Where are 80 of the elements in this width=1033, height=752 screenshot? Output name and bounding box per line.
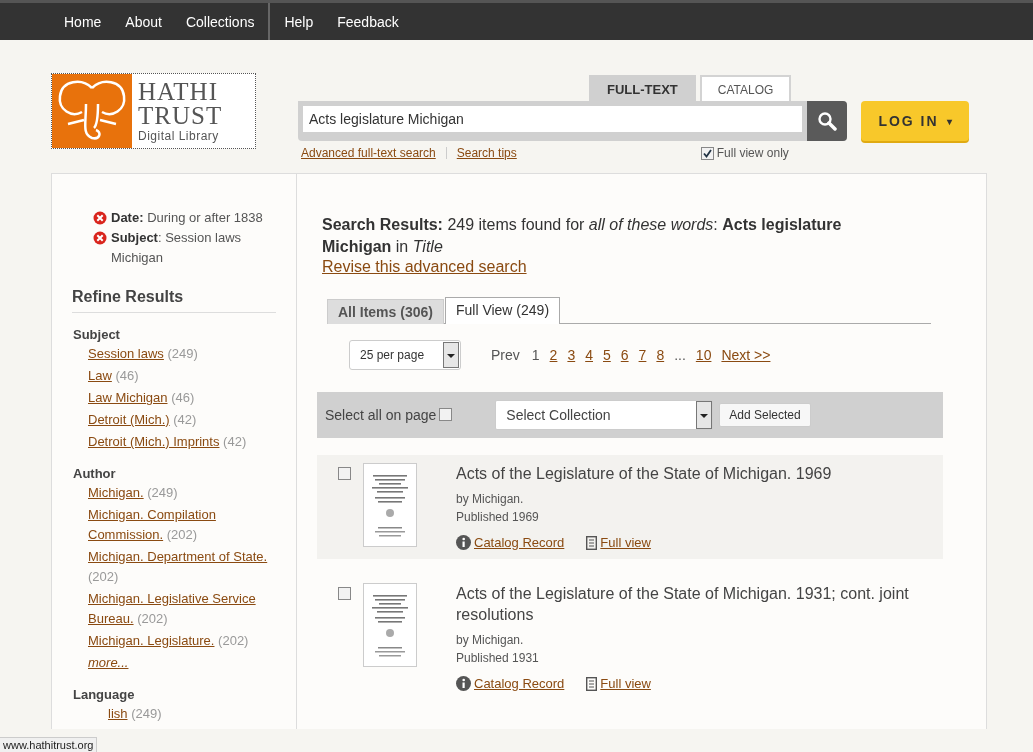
search-link[interactable]: Advanced full-text search [301, 146, 436, 160]
view-tab[interactable]: All Items (306) [327, 299, 444, 324]
results-summary: Search Results: 249 items found for all of these words: Acts legislature Michigan in Title [321, 215, 843, 257]
page-link[interactable]: 7 [638, 347, 647, 363]
facet-heading: Author [72, 466, 117, 481]
search-field[interactable]: Acts legislature Michigan [303, 106, 802, 132]
logo-text: TRUST [138, 104, 223, 128]
nav-link[interactable]: Collections [173, 13, 267, 30]
caret-icon: ▾ [946, 115, 952, 127]
logo-subtitle: Digital Library [138, 129, 220, 143]
page-link[interactable]: 8 [656, 347, 665, 363]
full-view-checkbox[interactable] [700, 146, 714, 160]
facet-link[interactable]: Michigan. Department of State. (202) [72, 547, 276, 587]
check-icon [702, 148, 712, 158]
facet-heading: Subject [72, 327, 121, 342]
remove-icon[interactable] [93, 231, 107, 245]
info-icon [456, 535, 471, 550]
status-bar: www.hathitrust.org [0, 737, 98, 752]
facet-link[interactable]: Michigan. (249) [72, 483, 178, 503]
facet-link[interactable]: Session laws (249) [72, 344, 198, 364]
facet-link[interactable]: Michigan. Legislature. (202) [72, 631, 249, 651]
facet-link[interactable]: Detroit (Mich.) Imprints (42) [72, 432, 247, 452]
facet-link[interactable]: Detroit (Mich.) (42) [72, 410, 197, 430]
item-date: Published 1969 [456, 509, 540, 526]
item-title: Acts of the Legislature of the State of Michigan. 1969 [456, 464, 833, 484]
add-selected-button[interactable]: Add Selected [719, 403, 811, 427]
filter-text: Subject: Session laws Michigan [111, 229, 243, 267]
facet-link[interactable]: Law Michigan (46) [72, 388, 195, 408]
filter-text: Date: During or after 1838 [111, 209, 263, 227]
current-page[interactable]: 1 [531, 347, 540, 363]
nav-link[interactable]: Feedback [325, 13, 411, 30]
catalog-record-link[interactable]: Catalog Record [474, 676, 565, 691]
remove-icon[interactable] [93, 211, 107, 225]
page-link[interactable]: 3 [567, 347, 576, 363]
item-checkbox[interactable] [338, 467, 351, 480]
more-link[interactable]: more... [88, 655, 129, 670]
page-link[interactable]: 5 [603, 347, 611, 363]
full-view-link[interactable]: Full view [600, 535, 651, 550]
search-tab[interactable]: CATALOG [699, 75, 792, 103]
search-link[interactable]: Search tips [456, 146, 517, 160]
page-link[interactable]: 10 [695, 347, 712, 363]
section-heading: Refine Results [72, 288, 276, 313]
item-author: by Michigan. [456, 632, 525, 649]
page-link[interactable]: 2 [549, 347, 558, 363]
search-tab[interactable]: FULL-TEXT [589, 75, 696, 103]
select-all-checkbox[interactable] [439, 408, 453, 421]
item-checkbox[interactable] [338, 587, 351, 600]
nav-link[interactable]: Home [52, 13, 114, 30]
facet-link[interactable]: Law (46) [72, 366, 139, 386]
revise-search-link[interactable]: Revise this advanced search [322, 258, 527, 275]
search-button[interactable] [807, 101, 847, 141]
facet-link[interactable]: lish (249) [72, 704, 162, 724]
nav-link[interactable]: About [113, 13, 174, 30]
pager-text[interactable]: ... [674, 347, 686, 363]
elephant-icon [52, 74, 132, 148]
catalog-record-link[interactable]: Catalog Record [474, 535, 565, 550]
item-date: Published 1931 [456, 650, 540, 667]
collection-select[interactable]: Select Collection [495, 400, 714, 430]
info-icon [456, 676, 471, 691]
checkbox-label: Select all on page [325, 407, 437, 423]
facet-link[interactable]: Michigan. Legislative Service Bureau. (202) [72, 589, 276, 629]
facet-heading: Language [72, 687, 136, 702]
page-link[interactable]: Next >> [721, 347, 771, 363]
page-link[interactable]: 4 [585, 347, 593, 363]
checkbox-label: Full view only [716, 146, 789, 160]
per-page-select[interactable]: 25 per page [349, 340, 461, 370]
logo[interactable]: HATHI TRUST Digital Library [51, 73, 256, 149]
item-title: Acts of the Legislature of the State of Michigan. 1931; cont. joint resolutions [456, 584, 910, 625]
page-link[interactable]: 6 [620, 347, 629, 363]
logo-text: HATHI [138, 80, 219, 104]
document-icon [586, 676, 598, 691]
nav-link[interactable]: Help [272, 13, 326, 30]
item-author: by Michigan. [456, 491, 525, 508]
facet-link[interactable]: Michigan. Compilation Commission. (202) [72, 505, 276, 545]
login-button[interactable]: LOG IN ▾ [861, 101, 969, 141]
pager-text[interactable]: Prev [491, 347, 520, 363]
search-icon [817, 111, 837, 131]
full-view-link[interactable]: Full view [600, 676, 651, 691]
view-tab[interactable]: Full View (249) [444, 297, 561, 324]
document-icon [586, 535, 598, 550]
